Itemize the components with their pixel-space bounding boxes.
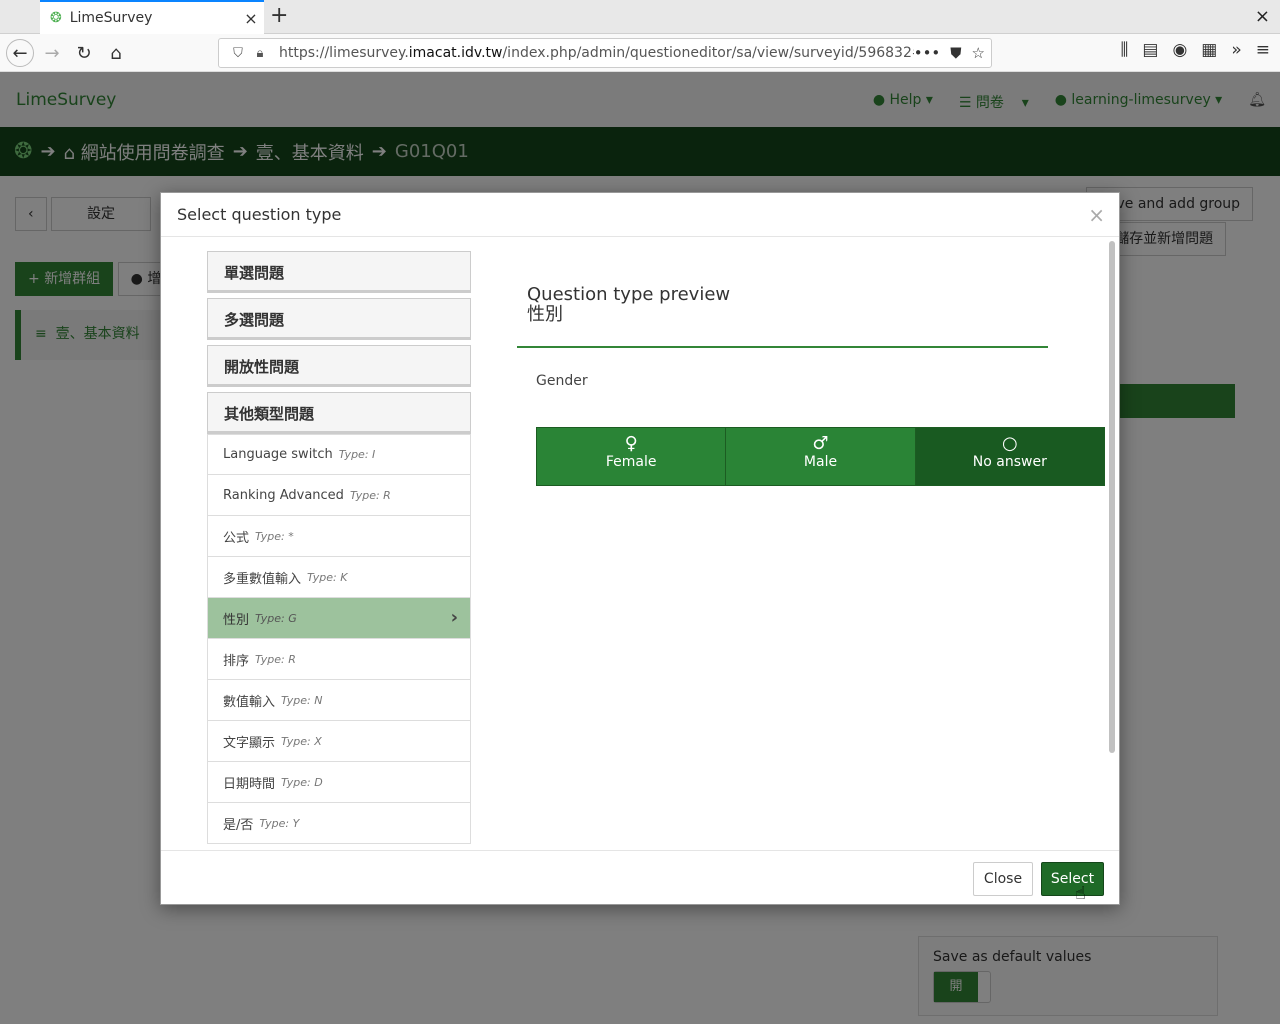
question-type-items: Language switch Type: I Ranking Advanced Ty…: [207, 434, 471, 844]
question-type-item[interactable]: 是/否 Type: Y: [207, 803, 471, 844]
gender-option-label: Female: [605, 454, 657, 470]
preview-question-text: Gender: [536, 373, 588, 389]
question-type-item[interactable]: 日期時間 Type: D: [207, 762, 471, 803]
question-type-label: 排序: [223, 653, 250, 669]
select-question-type-modal: Select question type × 單選問題 多選問題 開放性問題 其…: [160, 192, 1120, 905]
lock-icon[interactable]: 🔒︎: [249, 46, 271, 61]
modal-body: 單選問題 多選問題 開放性問題 其他類型問題 Language switch Ty…: [161, 237, 1119, 850]
question-type-list: 單選問題 多選問題 開放性問題 其他類型問題 Language switch Ty…: [207, 251, 471, 844]
question-type-label: Language switch: [223, 447, 333, 462]
close-button[interactable]: Close: [973, 862, 1033, 896]
home-icon[interactable]: ⌂: [102, 39, 130, 67]
library-icon[interactable]: ⫼: [1121, 40, 1129, 60]
preview-heading: Question type preview: [527, 284, 731, 305]
question-type-label: 多重數值輸入: [223, 571, 302, 587]
gender-option-label: No answer: [972, 454, 1047, 470]
gender-option-label: Male: [803, 454, 838, 470]
menu-icon[interactable]: ≡: [1256, 40, 1270, 60]
gender-option[interactable]: ○ No answer: [914, 428, 1104, 485]
pocket-icon[interactable]: ⛊: [950, 44, 961, 62]
question-type-code: Type: G: [255, 611, 297, 625]
preview-title: Question type preview 性別: [527, 285, 730, 325]
sidebar-icon[interactable]: ▤: [1142, 40, 1158, 60]
url-text[interactable]: https://limesurvey.imacat.idv.tw/index.p…: [279, 45, 914, 61]
question-type-label: 日期時間: [223, 776, 276, 792]
question-type-label: 是/否: [223, 817, 254, 833]
modal-header: Select question type ×: [161, 193, 1119, 237]
question-type-item[interactable]: Language switch Type: I: [207, 434, 471, 475]
group-other[interactable]: 其他類型問題: [207, 392, 471, 434]
question-type-item[interactable]: 性別 Type: G ›: [207, 598, 471, 639]
reload-icon[interactable]: ↻: [70, 39, 98, 67]
question-type-code: Type: X: [281, 734, 322, 748]
limesurvey-favicon-icon: ❂: [50, 10, 62, 26]
page-actions-icon[interactable]: •••: [914, 44, 941, 62]
question-type-item[interactable]: 文字顯示 Type: X: [207, 721, 471, 762]
gender-symbol-icon: ♀: [624, 433, 638, 454]
url-bar[interactable]: ⛉ 🔒︎ https://limesurvey.imacat.idv.tw/in…: [218, 38, 992, 68]
group-single-choice[interactable]: 單選問題: [207, 251, 471, 293]
group-multiple-choice[interactable]: 多選問題: [207, 298, 471, 340]
question-type-label: 性別: [223, 612, 250, 628]
gender-symbol-icon: ♂: [812, 433, 829, 454]
chevron-right-icon: ›: [450, 607, 458, 628]
forward-icon[interactable]: →: [38, 39, 66, 67]
modal-title: Select question type: [177, 205, 342, 224]
mouse-cursor-icon: ☝: [1075, 883, 1086, 904]
modal-close-icon[interactable]: ×: [1088, 205, 1105, 225]
back-icon[interactable]: ←: [6, 39, 34, 67]
gender-symbol-icon: ○: [1001, 433, 1018, 454]
question-type-code: Type: K: [307, 570, 348, 584]
question-type-item[interactable]: 多重數值輸入 Type: K: [207, 557, 471, 598]
account-icon[interactable]: ◉: [1172, 40, 1187, 60]
question-type-item[interactable]: 排序 Type: R: [207, 639, 471, 680]
question-type-code: Type: *: [255, 529, 294, 543]
modal-scrollbar[interactable]: [1109, 241, 1115, 753]
gender-option[interactable]: ♀ Female: [537, 428, 726, 485]
preview-type-name: 性別: [527, 304, 563, 325]
tab-close-icon[interactable]: ×: [238, 9, 264, 28]
gender-option[interactable]: ♂ Male: [725, 428, 915, 485]
browser-tab[interactable]: ❂ LimeSurvey ×: [40, 0, 264, 34]
browser-navbar: ← → ↻ ⌂ ⛉ 🔒︎ https://limesurvey.imacat.i…: [0, 34, 1280, 72]
question-type-code: Type: R: [349, 488, 391, 502]
question-type-label: Ranking Advanced: [223, 487, 344, 503]
group-text[interactable]: 開放性問題: [207, 345, 471, 387]
question-type-item[interactable]: 數值輸入 Type: N: [207, 680, 471, 721]
question-type-label: 文字顯示: [223, 735, 276, 751]
modal-footer: Close Select: [161, 850, 1119, 904]
select-button[interactable]: Select: [1041, 862, 1104, 896]
shield-icon[interactable]: ⛉: [227, 46, 249, 61]
question-type-code: Type: R: [255, 652, 296, 666]
overflow-icon[interactable]: »: [1231, 40, 1241, 60]
gender-options: ♀ Female ♂ Male ○ No answer: [536, 427, 1105, 486]
question-type-code: Type: I: [338, 448, 376, 461]
question-type-label: 公式: [223, 530, 250, 546]
question-type-item[interactable]: 公式 Type: *: [207, 516, 471, 557]
tab-title: LimeSurvey: [69, 10, 153, 26]
question-type-item[interactable]: Ranking Advanced Type: R: [207, 475, 471, 516]
bookmark-star-icon[interactable]: ☆: [972, 44, 985, 62]
question-type-code: Type: Y: [259, 816, 300, 830]
extensions-icon[interactable]: ▦: [1201, 40, 1217, 60]
question-type-code: Type: N: [281, 693, 323, 707]
browser-tabbar: ❂ LimeSurvey × + ×: [0, 0, 1280, 34]
window-close-button[interactable]: ×: [1255, 6, 1270, 27]
question-type-code: Type: D: [281, 775, 323, 789]
preview-divider: [517, 346, 1048, 348]
question-type-label: 數值輸入: [223, 694, 276, 710]
new-tab-button[interactable]: +: [270, 4, 288, 28]
